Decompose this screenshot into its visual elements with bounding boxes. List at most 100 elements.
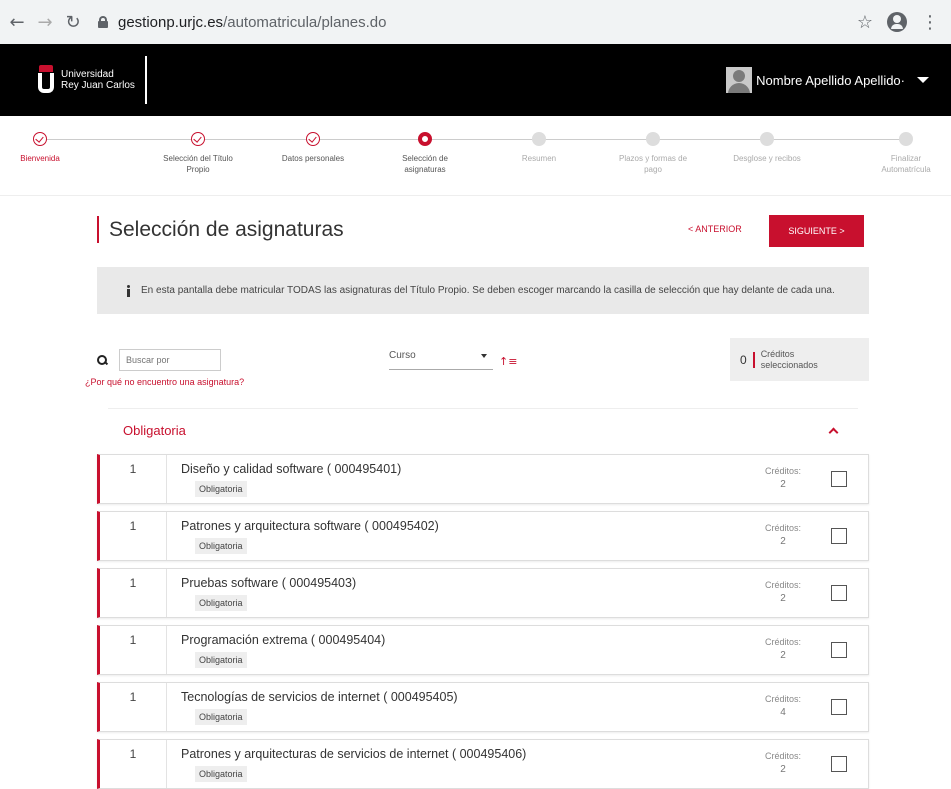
step-resumen: Resumen: [494, 130, 584, 164]
credits-label-2: seleccionados: [760, 359, 818, 370]
lock-icon: [98, 16, 108, 28]
selected-credits-count: 0: [740, 352, 747, 367]
search-help-link[interactable]: ¿Por qué no encuentro una asignatura?: [85, 377, 244, 387]
step-seleccion-asignaturas[interactable]: Selección de asignaturas: [380, 130, 470, 175]
subject-row: 1 Patrones y arquitecturas de servicios …: [97, 739, 869, 789]
app-header: Universidad Rey Juan Carlos Nombre Apell…: [0, 44, 951, 116]
sort-icon[interactable]: ↑≡: [499, 355, 517, 368]
url-text: gestionp.urjc.es/automatricula/planes.do: [118, 13, 387, 31]
back-arrow-icon[interactable]: ←: [6, 11, 28, 33]
browser-toolbar: ← → ↻ gestionp.urjc.es/automatricula/pla…: [0, 0, 951, 44]
reload-icon[interactable]: ↻: [62, 11, 84, 33]
subject-credits: 2: [780, 479, 786, 490]
step-current-icon: [418, 132, 432, 146]
subject-name: Diseño y calidad software ( 000495401): [181, 462, 402, 476]
section-title: Obligatoria: [123, 423, 186, 438]
subject-credits: 4: [780, 707, 786, 718]
subject-checkbox[interactable]: [831, 528, 847, 544]
credits-divider: [752, 351, 755, 368]
forward-arrow-icon[interactable]: →: [34, 11, 56, 33]
credits-label: Créditos:: [764, 580, 801, 590]
chevron-up-icon[interactable]: [828, 427, 839, 438]
subject-type-badge: Obligatoria: [195, 595, 247, 611]
subject-checkbox[interactable]: [831, 699, 847, 715]
section-header-obligatoria[interactable]: Obligatoria: [108, 408, 858, 452]
subject-course: 1: [100, 626, 167, 674]
credits-label: Créditos:: [764, 466, 801, 476]
progress-stepper: Bienvenida Selección del Título Propio D…: [0, 116, 951, 196]
step-desglose-recibos: Desglose y recibos: [722, 130, 812, 164]
subject-course: 1: [100, 512, 167, 560]
step-bienvenida[interactable]: Bienvenida: [0, 130, 85, 164]
step-plazos-pago: Plazos y formas de pago: [608, 130, 698, 175]
subject-name: Programación extrema ( 000495404): [181, 633, 386, 647]
subject-type-badge: Obligatoria: [195, 481, 247, 497]
step-pending-icon: [532, 132, 546, 146]
subject-name: Pruebas software ( 000495403): [181, 576, 357, 590]
profile-icon[interactable]: [887, 12, 907, 32]
curso-select-label: Curso: [389, 350, 416, 361]
info-icon: [119, 284, 137, 297]
subject-credits: 2: [780, 764, 786, 775]
subject-row: 1 Programación extrema ( 000495404) Obli…: [97, 625, 869, 675]
step-done-icon: [191, 132, 205, 146]
logo-divider: [144, 56, 147, 104]
subject-credits: 2: [780, 650, 786, 661]
step-pending-icon: [646, 132, 660, 146]
subject-course: 1: [100, 569, 167, 617]
subject-checkbox[interactable]: [831, 585, 847, 601]
step-pending-icon: [760, 132, 774, 146]
info-text: En esta pantalla debe matricular TODAS l…: [141, 285, 835, 296]
user-menu[interactable]: Nombre Apellido Apellido·: [726, 67, 929, 93]
credits-label-1: Créditos: [760, 348, 795, 359]
subject-type-badge: Obligatoria: [195, 766, 247, 782]
step-pending-icon: [899, 132, 913, 146]
bookmark-star-icon[interactable]: ☆: [857, 12, 873, 33]
page-title: Selección de asignaturas: [97, 216, 344, 243]
credits-label: Créditos:: [764, 523, 801, 533]
avatar: [726, 67, 753, 93]
subject-course: 1: [100, 683, 167, 731]
previous-button[interactable]: < ANTERIOR: [688, 224, 742, 234]
step-done-icon: [306, 132, 320, 146]
menu-kebab-icon[interactable]: ⋮: [921, 12, 939, 33]
subject-checkbox[interactable]: [831, 756, 847, 772]
subject-row: 1 Pruebas software ( 000495403) Obligato…: [97, 568, 869, 618]
subject-row: 1 Tecnologías de servicios de internet (…: [97, 682, 869, 732]
search-area: ¿Por qué no encuentro una asignatura?: [85, 349, 244, 387]
logo-line-1: Universidad: [61, 69, 114, 80]
credits-label: Créditos:: [764, 751, 801, 761]
caret-down-icon[interactable]: [917, 77, 929, 83]
user-name: Nombre Apellido Apellido·: [756, 72, 905, 88]
curso-select[interactable]: Curso: [389, 350, 493, 370]
step-datos-personales[interactable]: Datos personales: [268, 130, 358, 164]
subject-credits: 2: [780, 593, 786, 604]
info-notice: En esta pantalla debe matricular TODAS l…: [97, 267, 869, 314]
step-seleccion-titulo[interactable]: Selección del Título Propio: [153, 130, 243, 175]
subject-credits: 2: [780, 536, 786, 547]
dropdown-arrow-icon: [481, 354, 487, 358]
urjc-logo[interactable]: Universidad Rey Juan Carlos: [38, 56, 147, 104]
subject-name: Patrones y arquitectura software ( 00049…: [181, 519, 439, 533]
search-icon: [97, 355, 107, 365]
credits-label: Créditos:: [764, 694, 801, 704]
subject-checkbox[interactable]: [831, 471, 847, 487]
subject-course: 1: [100, 740, 167, 788]
selected-credits-box: 0 Créditos seleccionados: [730, 338, 869, 381]
subject-type-badge: Obligatoria: [195, 652, 247, 668]
step-done-icon: [33, 132, 47, 146]
step-finalizar: Finalizar Automatrícula: [861, 130, 951, 175]
subject-course: 1: [100, 455, 167, 503]
subject-checkbox[interactable]: [831, 642, 847, 658]
subject-row: 1 Patrones y arquitectura software ( 000…: [97, 511, 869, 561]
subject-name: Patrones y arquitecturas de servicios de…: [181, 747, 527, 761]
address-bar[interactable]: gestionp.urjc.es/automatricula/planes.do: [98, 7, 857, 37]
next-button[interactable]: SIGUIENTE >: [769, 215, 864, 247]
urjc-logo-mark-icon: [38, 65, 54, 95]
subject-name: Tecnologías de servicios de internet ( 0…: [181, 690, 458, 704]
subject-row: 1 Diseño y calidad software ( 000495401)…: [97, 454, 869, 504]
credits-label: Créditos:: [764, 637, 801, 647]
subject-type-badge: Obligatoria: [195, 709, 247, 725]
search-input[interactable]: [119, 349, 221, 371]
logo-line-2: Rey Juan Carlos: [61, 80, 135, 91]
